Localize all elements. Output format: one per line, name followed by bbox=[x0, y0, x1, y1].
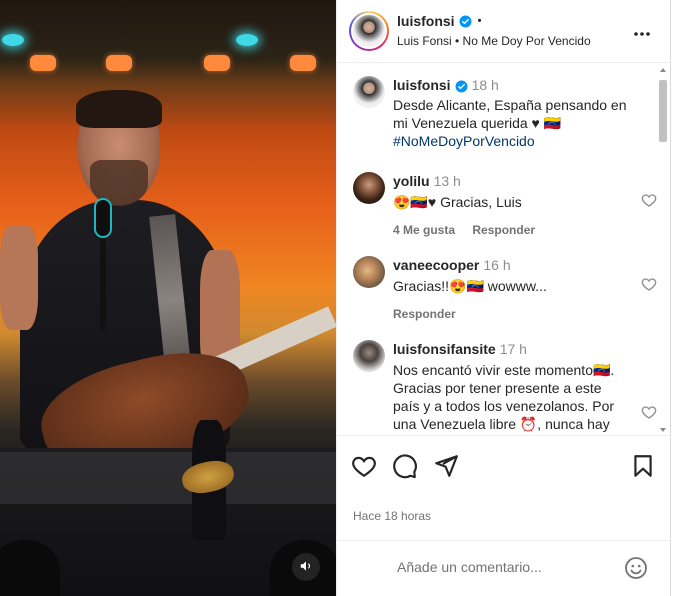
comment-likes[interactable]: 4 Me gusta bbox=[393, 223, 455, 237]
like-comment-button[interactable] bbox=[641, 192, 657, 208]
comments-list[interactable]: luisfonsi 18 h Desde Alicante, España pe… bbox=[337, 64, 672, 436]
heart-icon bbox=[641, 406, 657, 423]
stage-screen-edge bbox=[0, 452, 336, 504]
comment-time[interactable]: 13 h bbox=[434, 173, 461, 189]
caption-time[interactable]: 18 h bbox=[472, 77, 499, 93]
heart-icon bbox=[352, 456, 376, 478]
audio-icon bbox=[299, 559, 313, 576]
post-details-panel: luisfonsi • Luis Fonsi • No Me Doy Por V… bbox=[336, 0, 672, 596]
separator-dot: • bbox=[477, 15, 482, 27]
comment-username[interactable]: yolilu bbox=[393, 172, 430, 190]
performer-hair bbox=[76, 90, 162, 128]
caption-text: Desde Alicante, España pensando en mi Ve… bbox=[393, 97, 627, 131]
verified-badge-icon bbox=[459, 15, 472, 28]
save-button[interactable] bbox=[630, 453, 656, 479]
comment-username[interactable]: vaneecooper bbox=[393, 256, 479, 274]
more-options-button[interactable] bbox=[630, 20, 654, 44]
stage-lamp bbox=[106, 55, 132, 71]
stage-lamp bbox=[204, 55, 230, 71]
post-subtitle[interactable]: Luis Fonsi • No Me Doy Por Vencido bbox=[397, 34, 591, 48]
comment-text: 😍🇻🇪♥ Gracias, Luis bbox=[393, 194, 522, 210]
like-button[interactable] bbox=[351, 453, 377, 479]
like-comment-button[interactable] bbox=[641, 404, 657, 420]
heart-icon bbox=[641, 278, 657, 295]
comment-text: Gracias!!😍🇻🇪 wowww... bbox=[393, 278, 547, 294]
reply-button[interactable]: Responder bbox=[393, 307, 456, 321]
stage-lamp bbox=[290, 55, 316, 71]
avatar[interactable] bbox=[353, 256, 385, 288]
verified-badge-icon bbox=[455, 79, 468, 92]
performer-arm bbox=[0, 225, 38, 330]
avatar[interactable] bbox=[353, 76, 385, 108]
comment-input[interactable] bbox=[397, 559, 617, 575]
avatar[interactable] bbox=[353, 172, 385, 204]
hashtag-link[interactable]: #NoMeDoyPorVencido bbox=[393, 132, 645, 150]
heart-icon bbox=[641, 194, 657, 211]
post-actions bbox=[337, 447, 672, 483]
share-button[interactable] bbox=[433, 453, 459, 479]
comment-time[interactable]: 17 h bbox=[500, 341, 527, 357]
post-header: luisfonsi • Luis Fonsi • No Me Doy Por V… bbox=[337, 0, 672, 63]
post-timestamp[interactable]: Hace 18 horas bbox=[353, 509, 431, 523]
comment-text: Nos encantó vivir este momento🇻🇪. Gracia… bbox=[393, 362, 615, 435]
caption-username[interactable]: luisfonsi bbox=[393, 76, 451, 94]
story-ring[interactable] bbox=[349, 11, 389, 51]
avatar[interactable] bbox=[353, 340, 385, 372]
audio-toggle-button[interactable] bbox=[292, 553, 320, 581]
stage-lamp bbox=[30, 55, 56, 71]
stage-light bbox=[2, 34, 24, 46]
comment-button[interactable] bbox=[392, 453, 418, 479]
username-link[interactable]: luisfonsi bbox=[397, 13, 455, 29]
like-comment-button[interactable] bbox=[641, 276, 657, 292]
comment-icon bbox=[393, 454, 417, 479]
microphone bbox=[94, 198, 112, 238]
reply-button[interactable]: Responder bbox=[472, 223, 535, 237]
comment-username[interactable]: luisfonsifansite bbox=[393, 340, 496, 358]
avatar bbox=[351, 13, 387, 49]
stage-light bbox=[236, 34, 258, 46]
comments-scrollbar[interactable] bbox=[658, 66, 668, 436]
scroll-thumb[interactable] bbox=[659, 80, 667, 142]
bookmark-icon bbox=[634, 455, 652, 477]
scroll-up-arrow-icon[interactable] bbox=[660, 68, 666, 72]
comment-time[interactable]: 16 h bbox=[483, 257, 510, 273]
share-icon bbox=[435, 455, 458, 477]
emoji-picker-button[interactable] bbox=[624, 556, 648, 580]
scroll-down-arrow-icon[interactable] bbox=[660, 428, 666, 432]
header-user: luisfonsi • bbox=[397, 13, 481, 29]
emoji-icon bbox=[625, 557, 647, 579]
more-options-icon bbox=[633, 24, 651, 40]
add-comment-bar bbox=[337, 540, 672, 596]
post-media[interactable] bbox=[0, 0, 336, 596]
